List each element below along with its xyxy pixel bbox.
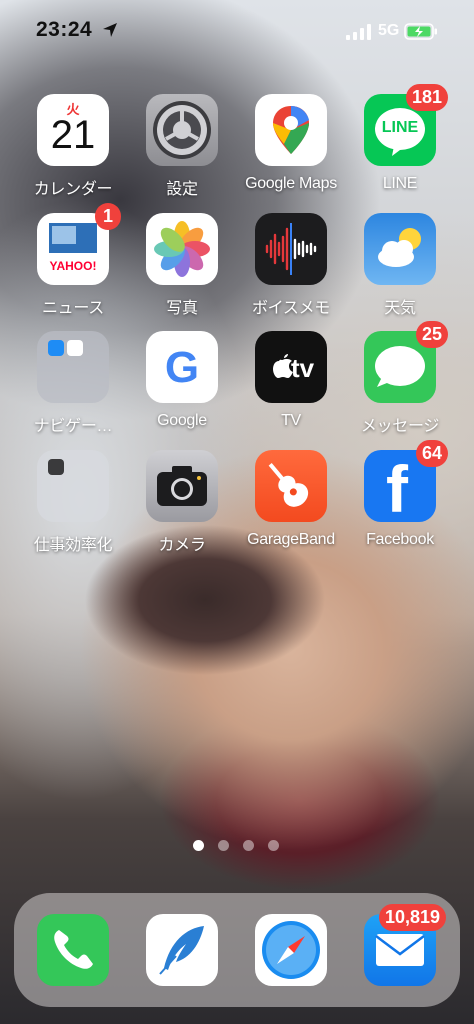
app-photos[interactable]: 写真 — [132, 213, 232, 318]
page-dot[interactable] — [218, 840, 229, 851]
yahoo-logo-text: YAHOO! — [49, 259, 97, 273]
app-label: ニュース — [41, 300, 104, 317]
status-bar: 23:24 5G — [0, 0, 474, 62]
dock: 10,819 — [14, 893, 460, 1007]
guitar-icon — [255, 450, 327, 522]
app-label: カメラ — [158, 537, 206, 554]
google-logo-letter: G — [164, 343, 200, 392]
cloud-sun-icon — [364, 213, 436, 285]
app-label: Facebook — [366, 531, 434, 548]
folder-icon — [37, 331, 109, 403]
page-dot[interactable] — [193, 840, 204, 851]
app-google[interactable]: G Google — [132, 331, 232, 430]
app-weather[interactable]: 天気 — [350, 213, 450, 318]
news-icon: YAHOO! 1 — [37, 203, 121, 285]
folder-productivity[interactable]: 仕事効率化 — [23, 450, 123, 555]
flower-icon — [146, 213, 218, 285]
app-label: Google Maps — [245, 175, 337, 192]
message-bubble-icon: 25 — [364, 321, 448, 403]
page-dot[interactable] — [243, 840, 254, 851]
apple-tv-icon: tv — [255, 331, 327, 403]
notification-badge: 64 — [415, 440, 448, 467]
app-store-mini-icon — [48, 340, 64, 356]
app-news[interactable]: YAHOO! 1 ニュース — [23, 203, 123, 318]
app-messages[interactable]: 25 メッセージ — [350, 321, 450, 436]
app-google-maps[interactable]: Google Maps — [241, 94, 341, 193]
calendar-icon: 火 21 — [37, 94, 109, 166]
newspaper-photo — [52, 226, 76, 244]
dock-feather-app[interactable] — [132, 914, 232, 986]
app-label: 設定 — [166, 181, 198, 198]
line-icon: LINE 181 — [364, 84, 448, 166]
folder-icon — [37, 450, 109, 522]
line-logo-text: LINE — [381, 119, 419, 136]
app-facebook[interactable]: f 64 Facebook — [350, 440, 450, 549]
app-line[interactable]: LINE 181 LINE — [350, 84, 450, 193]
compass-icon — [255, 914, 327, 986]
app-tv[interactable]: tv TV — [241, 331, 341, 430]
app-label: Google — [157, 412, 207, 429]
notification-badge: 25 — [415, 321, 448, 348]
app-calendar[interactable]: 火 21 カレンダー — [23, 94, 123, 199]
app-label: TV — [281, 412, 301, 429]
mail-icon: 10,819 — [364, 904, 446, 986]
app-camera[interactable]: カメラ — [132, 450, 232, 555]
location-icon — [103, 23, 117, 37]
app-label: メッセージ — [360, 418, 440, 435]
phone-icon — [37, 914, 109, 986]
gear-icon — [146, 94, 218, 166]
folder-label: 仕事効率化 — [33, 537, 113, 554]
folder-navigation[interactable]: ナビゲー… — [23, 331, 123, 436]
calendar-day: 21 — [50, 113, 96, 157]
tv-logo-text: tv — [291, 353, 315, 383]
google-icon: G — [146, 331, 218, 403]
app-label: 天気 — [384, 300, 416, 317]
app-label: 写真 — [166, 300, 198, 317]
notification-badge: 1 — [95, 203, 121, 230]
app-voice-memos[interactable]: ボイスメモ — [241, 213, 341, 318]
map-pin-icon — [255, 94, 327, 166]
battery-icon — [404, 23, 437, 40]
app-garageband[interactable]: GarageBand — [241, 450, 341, 549]
maps-mini-icon — [67, 340, 83, 356]
notification-badge: 10,819 — [378, 904, 446, 931]
app-label: カレンダー — [33, 181, 113, 198]
app-settings[interactable]: 設定 — [132, 94, 232, 199]
page-dot[interactable] — [268, 840, 279, 851]
notification-badge: 181 — [405, 84, 448, 111]
dock-phone[interactable] — [23, 914, 123, 986]
folder-label: ナビゲー… — [33, 418, 113, 435]
network-type: 5G — [378, 22, 400, 39]
feather-icon — [146, 914, 218, 986]
status-time: 23:24 — [36, 18, 93, 41]
app-label: LINE — [382, 175, 418, 192]
app-label: ボイスメモ — [251, 300, 331, 317]
dock-mail[interactable]: 10,819 — [350, 904, 450, 986]
signal-icon — [346, 24, 371, 40]
dock-safari[interactable] — [241, 914, 341, 986]
camera-icon — [146, 450, 218, 522]
facebook-icon: f 64 — [364, 440, 448, 522]
facebook-logo-letter: f — [386, 452, 408, 522]
app-label: GarageBand — [247, 531, 335, 548]
waveform-icon — [255, 213, 327, 285]
wallet-mini-icon — [48, 459, 64, 475]
